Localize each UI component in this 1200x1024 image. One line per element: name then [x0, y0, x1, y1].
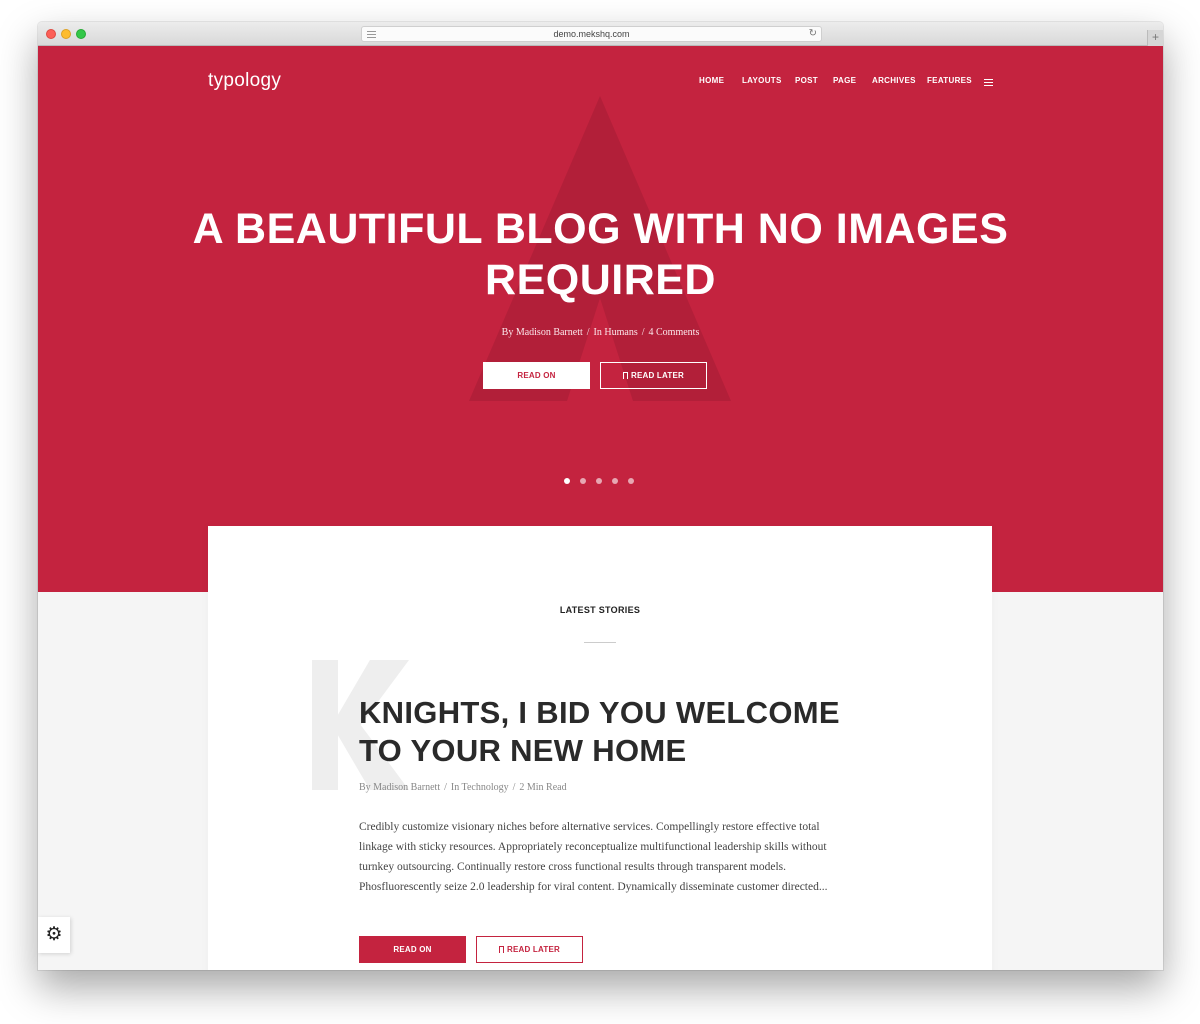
letter-k-stem — [312, 660, 338, 790]
meta-separator: / — [641, 327, 645, 338]
settings-gear-button[interactable]: ⚙ — [38, 917, 70, 953]
browser-window: demo.mekshq.com ↻ + typology HOME LAYOUT… — [38, 22, 1163, 970]
nav-features[interactable]: FEATURES — [927, 76, 972, 85]
zoom-window-button[interactable] — [76, 29, 86, 39]
nav-layouts[interactable]: LAYOUTS — [742, 76, 782, 85]
latest-stories-card: LATEST STORIES KNIGHTS, I BID YOU WELCOM… — [208, 526, 992, 970]
bookmark-icon — [499, 946, 505, 953]
slide-dot-2[interactable] — [580, 478, 586, 484]
post-read-on-button[interactable]: READ ON — [359, 936, 466, 963]
section-title: LATEST STORIES — [559, 605, 641, 615]
hero-title[interactable]: A BEAUTIFUL BLOG WITH NO IMAGES REQUIRED — [188, 204, 1013, 306]
reader-icon[interactable] — [367, 31, 376, 38]
slide-dot-5[interactable] — [628, 478, 634, 484]
meta-separator: / — [444, 782, 447, 793]
hero-read-later-button[interactable]: READ LATER — [600, 362, 707, 389]
slide-dot-4[interactable] — [612, 478, 618, 484]
post-excerpt: Credibly customize visionary niches befo… — [359, 821, 828, 893]
meta-separator: / — [586, 327, 590, 338]
meta-separator: / — [512, 782, 516, 793]
hero-comments-link[interactable]: 4 Comments — [649, 327, 700, 338]
post-read-later-button[interactable]: READ LATER — [476, 936, 583, 963]
hero-meta: By Madison Barnett / In Humans/4 Comments — [188, 327, 1013, 338]
nav-post[interactable]: POST — [795, 76, 818, 85]
hero-category-link[interactable]: In Humans — [594, 327, 638, 338]
site-logo[interactable]: typology — [208, 70, 281, 92]
address-bar[interactable]: demo.mekshq.com ↻ — [361, 26, 822, 42]
gear-icon: ⚙ — [45, 924, 63, 945]
hero-author-link[interactable]: By Madison Barnett — [502, 327, 583, 338]
minimize-window-button[interactable] — [61, 29, 71, 39]
slide-dot-1[interactable] — [564, 478, 570, 484]
webpage: typology HOME LAYOUTS POST PAGE ARCHIVES… — [38, 46, 1163, 970]
bookmark-icon — [623, 372, 629, 379]
hero-read-later-label: READ LATER — [631, 371, 684, 380]
browser-toolbar: demo.mekshq.com ↻ + — [38, 22, 1163, 46]
post-read-later-label: READ LATER — [507, 945, 560, 954]
reload-icon[interactable]: ↻ — [809, 27, 817, 41]
post-author-link[interactable]: By Madison Barnett — [359, 782, 440, 793]
slide-dot-3[interactable] — [596, 478, 602, 484]
post-read-time: 2 Min Read — [519, 782, 567, 793]
post-title[interactable]: KNIGHTS, I BID YOU WELCOME TO YOUR NEW H… — [359, 694, 879, 770]
nav-page[interactable]: PAGE — [833, 76, 856, 85]
hamburger-icon[interactable] — [984, 79, 993, 86]
close-window-button[interactable] — [46, 29, 56, 39]
section-divider — [584, 642, 616, 643]
hero-read-on-button[interactable]: READ ON — [483, 362, 590, 389]
hero-section: typology HOME LAYOUTS POST PAGE ARCHIVES… — [38, 46, 1163, 592]
post-meta: By Madison Barnett / In Technology/2 Min R… — [359, 782, 567, 793]
url-text: demo.mekshq.com — [553, 29, 630, 39]
post-category-link[interactable]: In Technology — [451, 782, 509, 793]
nav-archives[interactable]: ARCHIVES — [872, 76, 916, 85]
nav-home[interactable]: HOME — [699, 76, 724, 85]
new-tab-button[interactable]: + — [1147, 30, 1163, 46]
